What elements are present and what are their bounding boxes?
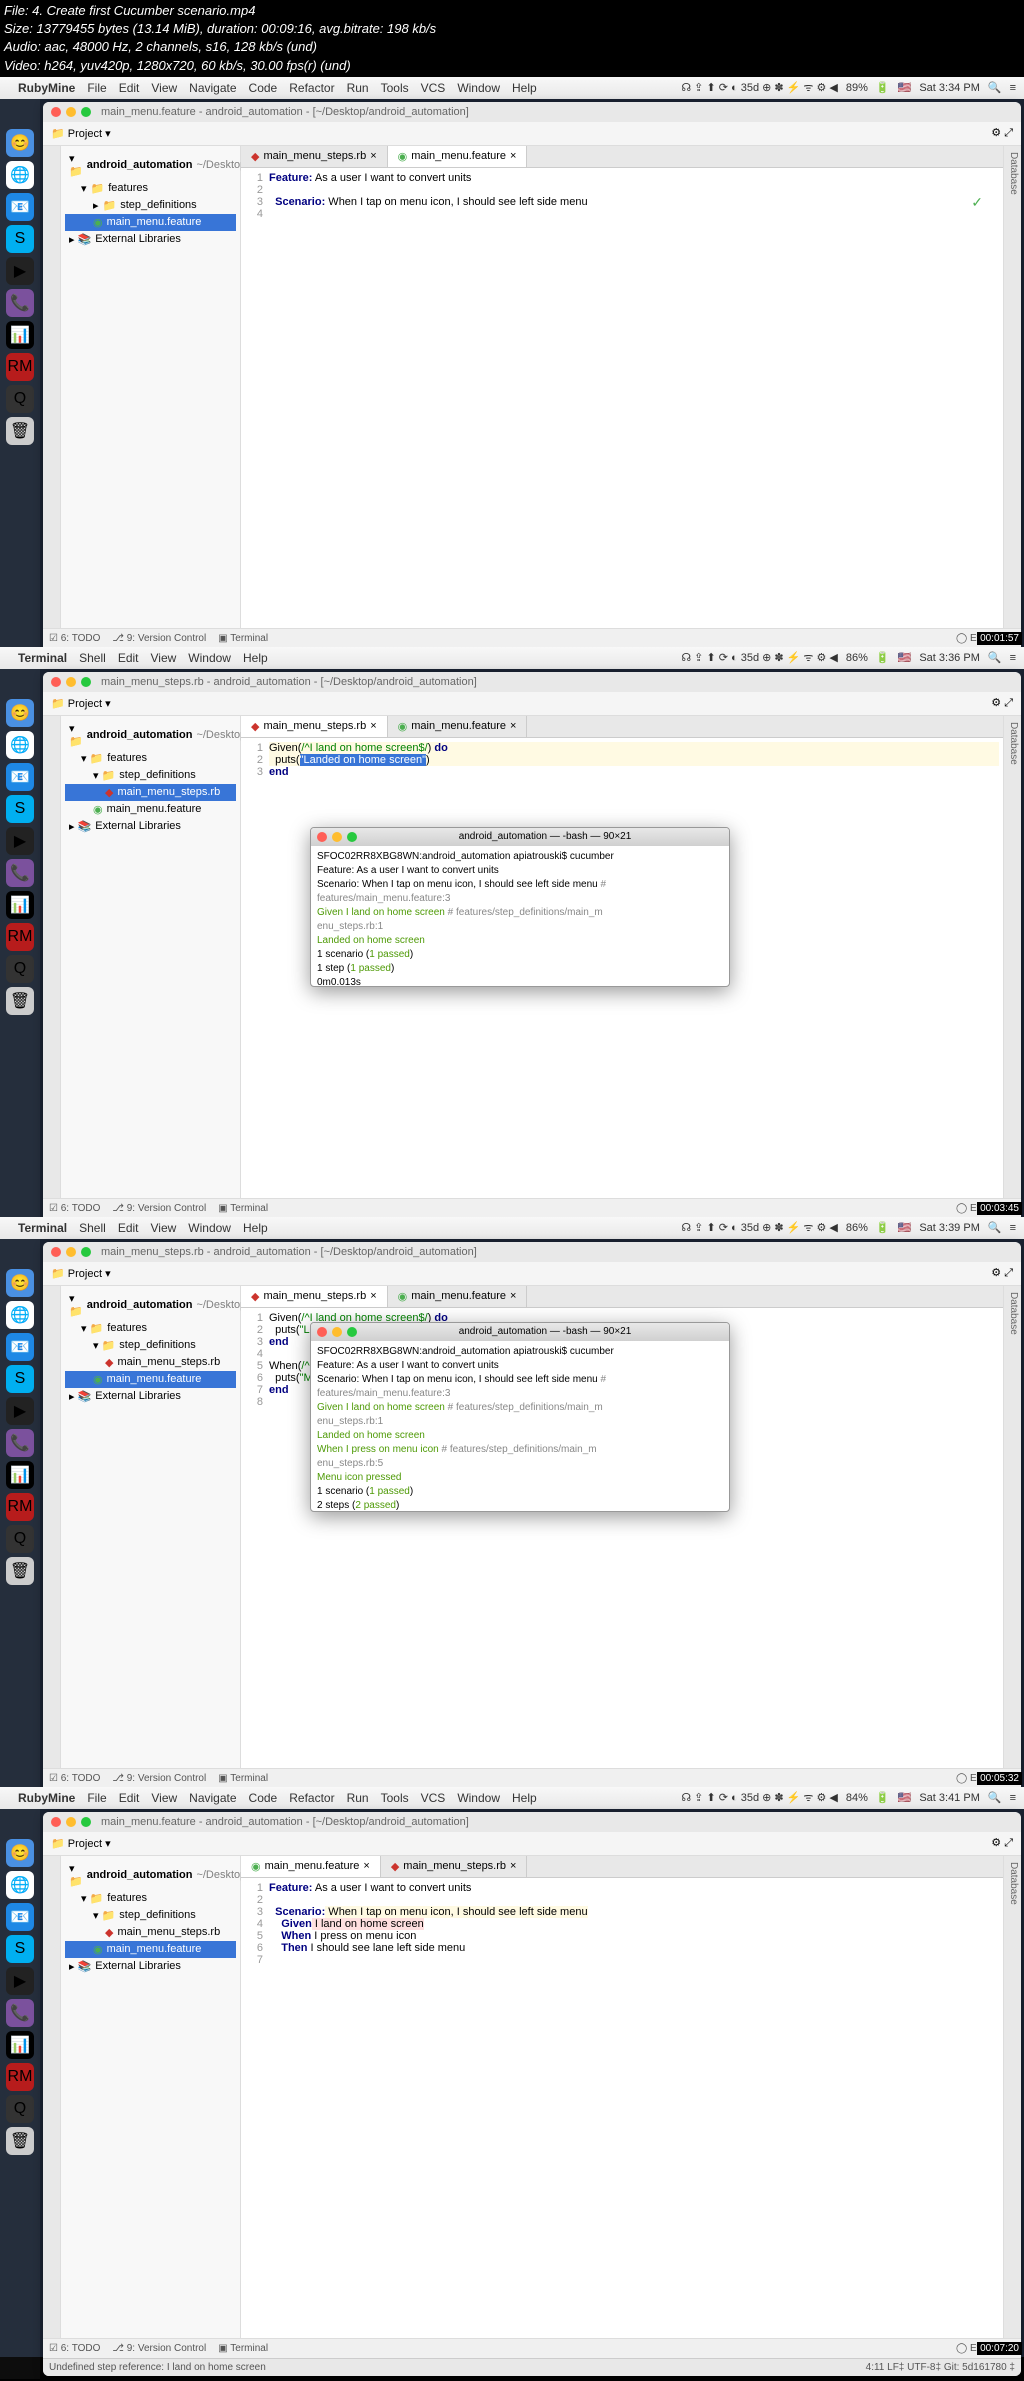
dock-quicktime[interactable]: Q	[6, 385, 34, 413]
menu-window[interactable]: Window	[457, 81, 500, 95]
menu-run[interactable]: Run	[347, 81, 369, 95]
maximize-button[interactable]	[81, 107, 91, 117]
window-controls	[51, 107, 91, 117]
terminal-output: SFOC02RR8XBG8WN:android_automation apiat…	[311, 846, 729, 987]
tree-feature-file[interactable]: ◉ main_menu.feature	[65, 214, 236, 231]
menu-file[interactable]: File	[87, 81, 106, 95]
project-dropdown[interactable]: 📁 Project ▾	[51, 127, 111, 140]
dock-skype[interactable]: S	[6, 225, 34, 253]
close-button[interactable]	[51, 107, 61, 117]
dock-trash[interactable]: 🗑	[6, 417, 34, 445]
minimize-button[interactable]	[66, 107, 76, 117]
window-title: main_menu.feature - android_automation -…	[101, 106, 469, 118]
terminal-popup[interactable]: android_automation — -bash — 90×21 SFOC0…	[310, 1322, 730, 1512]
dock-rubymine[interactable]: RM	[6, 353, 34, 381]
macos-menubar: RubyMine File Edit View Navigate Code Re…	[0, 77, 1024, 99]
frame-1: RubyMine File Edit View Navigate Code Re…	[0, 77, 1024, 647]
bottom-toolbar: ☑ 6: TODO ⎇ 9: Version Control ▣ Termina…	[43, 628, 1021, 648]
editor-pane: ◆main_menu_steps.rb × ◉main_menu.feature…	[241, 146, 1003, 628]
dock-outlook[interactable]: 📧	[6, 193, 34, 221]
frame-4: RubyMine File Edit View Navigate Code Re…	[0, 1787, 1024, 2357]
app-name[interactable]: Terminal	[18, 651, 67, 665]
menu-navigate[interactable]: Navigate	[189, 81, 236, 95]
tree-features[interactable]: ▾ 📁 features	[65, 180, 236, 197]
rubymine-window: main_menu.feature - android_automation -…	[43, 102, 1021, 666]
project-tree: ▾ 📁 android_automation ~/Desktop/android…	[61, 146, 241, 628]
menu-refactor[interactable]: Refactor	[289, 81, 334, 95]
ide-toolbar: 📁 Project ▾ ⚙ ⤢	[43, 122, 1021, 146]
tool-terminal[interactable]: ▣ Terminal	[218, 633, 268, 644]
inspection-ok-icon: ✓	[971, 194, 983, 211]
dock-finder[interactable]: 😊	[6, 129, 34, 157]
tree-step-definitions[interactable]: ▸ 📁 step_definitions	[65, 197, 236, 214]
menu-help[interactable]: Help	[512, 81, 537, 95]
tool-todo[interactable]: ☑ 6: TODO	[49, 633, 100, 644]
right-rail: Database	[1003, 146, 1021, 628]
code-editor[interactable]: ✓ 1234 Feature: As a user I want to conv…	[241, 168, 1003, 628]
status-icons[interactable]: ☊ ⇪ ⬆ ⟳ ◐ 35d ⊕ ✽ ⚡ ᯤ ⚙ ◀	[681, 80, 838, 95]
tree-root[interactable]: ▾ 📁 android_automation ~/Desktop/android…	[65, 150, 236, 180]
battery[interactable]: 89%	[846, 82, 868, 94]
left-rail	[43, 146, 61, 628]
app-name[interactable]: RubyMine	[18, 81, 75, 95]
tree-steps-file[interactable]: ◆ main_menu_steps.rb	[65, 784, 236, 801]
menu-edit[interactable]: Edit	[119, 81, 140, 95]
dock-terminal[interactable]: ▶	[6, 257, 34, 285]
frame-3: Terminal Shell Edit View Window Help ☊ ⇪…	[0, 1217, 1024, 1787]
menu-view[interactable]: View	[151, 81, 177, 95]
menu-tools[interactable]: Tools	[381, 81, 409, 95]
terminal-popup[interactable]: android_automation — -bash — 90×21 SFOC0…	[310, 827, 730, 987]
dock-intellij[interactable]: 📊	[6, 321, 34, 349]
flag-icon[interactable]: 🇺🇸	[898, 81, 912, 94]
macos-dock: 😊 🌐 📧 S ▶ 📞 📊 RM Q 🗑	[0, 99, 40, 669]
status-warning: Undefined step reference: I land on home…	[49, 2362, 266, 2373]
search-icon[interactable]: 🔍	[988, 81, 1002, 94]
tool-vc[interactable]: ⎇ 9: Version Control	[112, 633, 206, 644]
video-timestamp: 00:01:57	[977, 632, 1022, 645]
dock-chrome[interactable]: 🌐	[6, 161, 34, 189]
tree-external-libs[interactable]: ▸ 📚 External Libraries	[65, 231, 236, 248]
frame-2: Terminal Shell Edit View Window Help ☊ ⇪…	[0, 647, 1024, 1217]
menu-code[interactable]: Code	[249, 81, 278, 95]
dock-viber[interactable]: 📞	[6, 289, 34, 317]
clock[interactable]: Sat 3:34 PM	[919, 82, 980, 94]
file-metadata: File: 4. Create first Cucumber scenario.…	[0, 0, 1024, 77]
tab-feature[interactable]: ◉main_menu.feature ×	[388, 146, 528, 167]
menu-vcs[interactable]: VCS	[421, 81, 446, 95]
tab-steps[interactable]: ◆main_menu_steps.rb ×	[241, 146, 388, 167]
